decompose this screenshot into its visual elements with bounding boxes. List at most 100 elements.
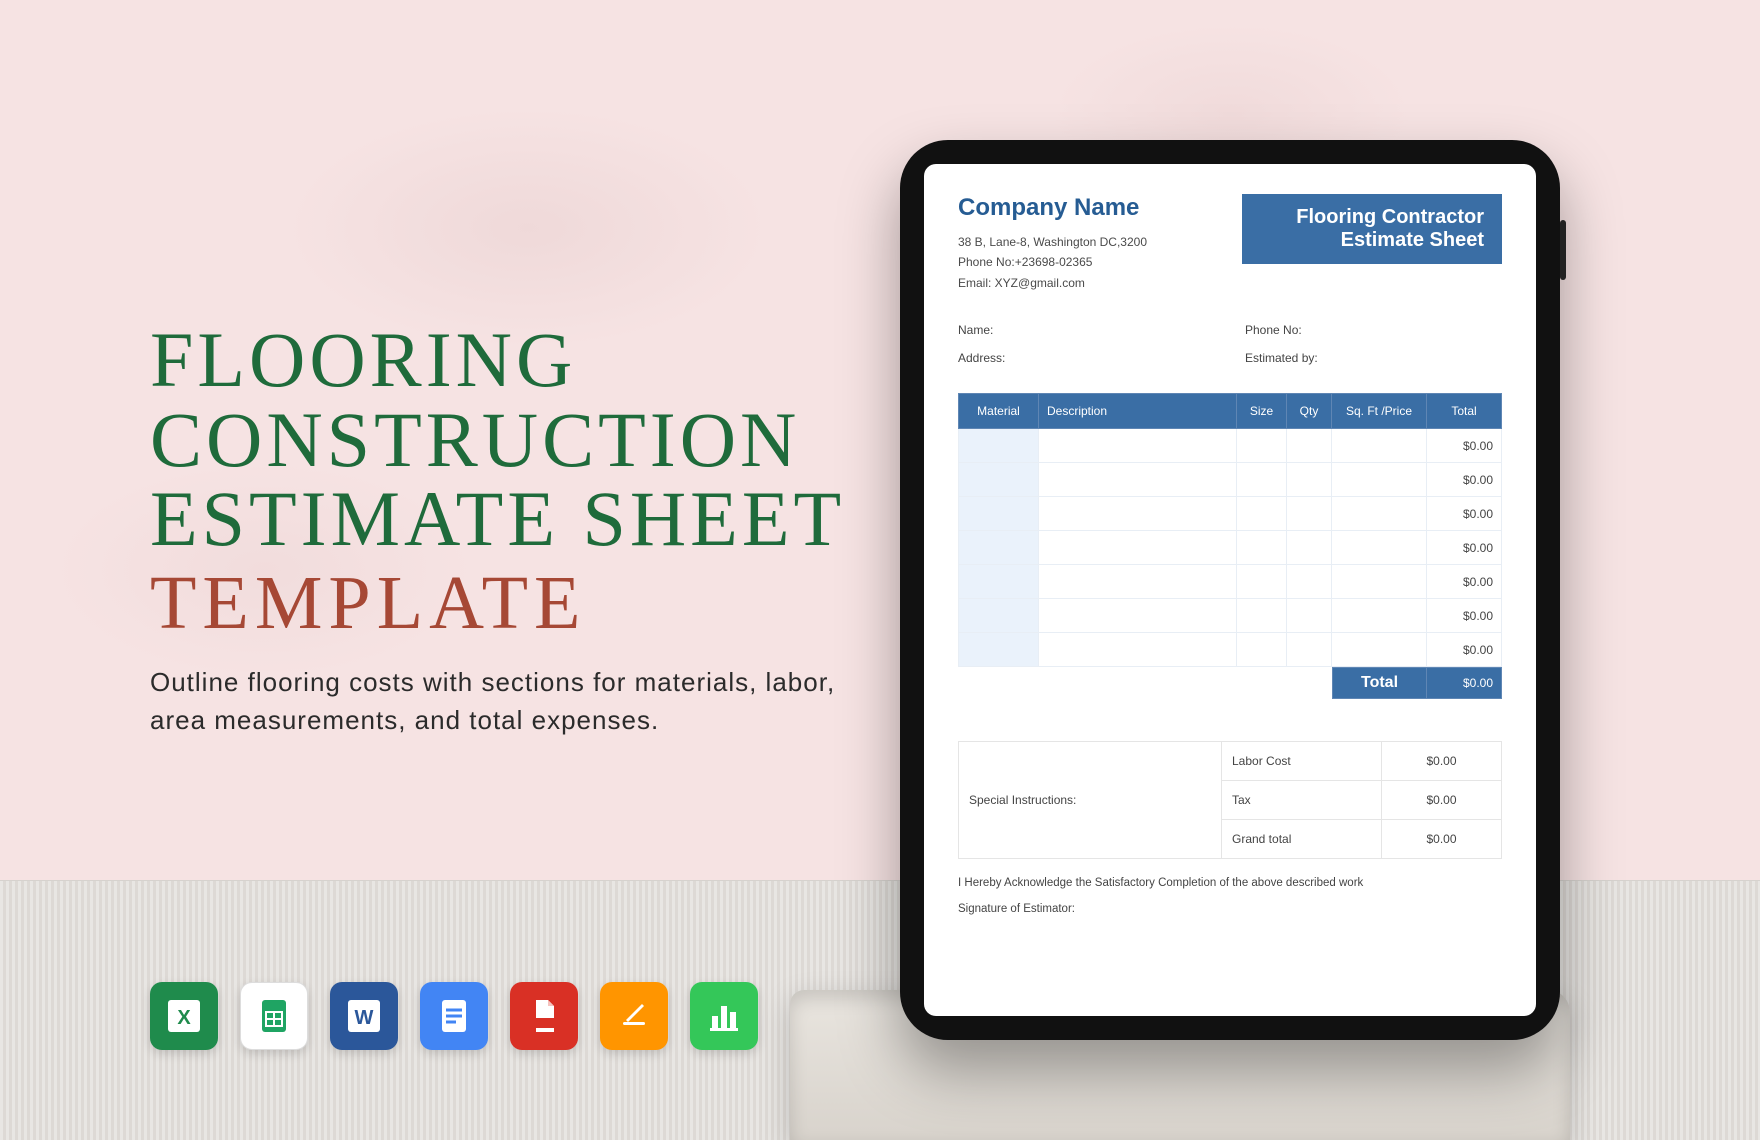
word-icon: W	[330, 982, 398, 1050]
cell-material	[959, 429, 1039, 463]
title-template: TEMPLATE	[150, 565, 870, 643]
cell-total: $0.00	[1427, 599, 1502, 633]
th-material: Material	[959, 394, 1039, 429]
badge-line-1: Flooring Contractor	[1260, 206, 1484, 229]
tablet-mockup: Company Name 38 B, Lane-8, Washington DC…	[900, 140, 1560, 1040]
app-icons-row: X W	[150, 982, 758, 1050]
cell-description	[1039, 531, 1237, 565]
field-phone: Phone No:	[1245, 323, 1502, 337]
company-phone: Phone No:+23698-02365	[958, 252, 1147, 272]
cell-sqft-price	[1332, 497, 1427, 531]
company-address: 38 B, Lane-8, Washington DC,3200	[958, 232, 1147, 252]
company-name: Company Name	[958, 194, 1147, 222]
cell-qty	[1287, 565, 1332, 599]
cell-size	[1237, 429, 1287, 463]
cell-total: $0.00	[1427, 531, 1502, 565]
cell-sqft-price	[1332, 599, 1427, 633]
cell-qty	[1287, 531, 1332, 565]
cell-description	[1039, 497, 1237, 531]
cell-total: $0.00	[1427, 565, 1502, 599]
field-name: Name:	[958, 323, 1215, 337]
table-row: $0.00	[959, 497, 1502, 531]
special-instructions-cell: Special Instructions:	[959, 742, 1222, 859]
table-row: $0.00	[959, 531, 1502, 565]
document-header: Company Name 38 B, Lane-8, Washington DC…	[958, 194, 1502, 293]
grand-total-label: Grand total	[1222, 820, 1382, 859]
table-row: $0.00	[959, 429, 1502, 463]
table-row: $0.00	[959, 633, 1502, 667]
cell-description	[1039, 565, 1237, 599]
table-row: $0.00	[959, 463, 1502, 497]
th-total: Total	[1427, 394, 1502, 429]
cell-total: $0.00	[1427, 633, 1502, 667]
cell-material	[959, 599, 1039, 633]
th-description: Description	[1039, 394, 1237, 429]
cell-description	[1039, 599, 1237, 633]
th-qty: Qty	[1287, 394, 1332, 429]
google-sheets-icon	[240, 982, 308, 1050]
th-size: Size	[1237, 394, 1287, 429]
company-email: Email: XYZ@gmail.com	[958, 273, 1147, 293]
promo-subtitle: Outline flooring costs with sections for…	[150, 664, 870, 739]
cell-qty	[1287, 599, 1332, 633]
title-line-3: ESTIMATE SHEET	[150, 479, 870, 559]
table-row: $0.00	[959, 599, 1502, 633]
cell-material	[959, 497, 1039, 531]
cell-description	[1039, 429, 1237, 463]
cell-size	[1237, 633, 1287, 667]
labor-cost-value: $0.00	[1382, 742, 1502, 781]
cell-material	[959, 633, 1039, 667]
estimate-table: Material Description Size Qty Sq. Ft /Pr…	[958, 393, 1502, 667]
cell-size	[1237, 497, 1287, 531]
cell-size	[1237, 531, 1287, 565]
cell-total: $0.00	[1427, 463, 1502, 497]
cell-description	[1039, 633, 1237, 667]
field-address: Address:	[958, 351, 1215, 365]
cell-material	[959, 565, 1039, 599]
table-total-row: Total $0.00	[958, 667, 1502, 699]
customer-fields: Name: Phone No: Address: Estimated by:	[958, 323, 1502, 365]
tax-label: Tax	[1222, 781, 1382, 820]
acknowledgement-text: I Hereby Acknowledge the Satisfactory Co…	[958, 877, 1502, 889]
total-label: Total	[1332, 667, 1427, 699]
document-title-badge: Flooring Contractor Estimate Sheet	[1242, 194, 1502, 264]
cell-sqft-price	[1332, 633, 1427, 667]
labor-cost-label: Labor Cost	[1222, 742, 1382, 781]
cell-description	[1039, 463, 1237, 497]
table-header-row: Material Description Size Qty Sq. Ft /Pr…	[959, 394, 1502, 429]
numbers-icon	[690, 982, 758, 1050]
badge-line-2: Estimate Sheet	[1260, 229, 1484, 252]
cell-sqft-price	[1332, 429, 1427, 463]
cell-qty	[1287, 463, 1332, 497]
cell-size	[1237, 599, 1287, 633]
svg-text:X: X	[177, 1007, 191, 1029]
cell-size	[1237, 565, 1287, 599]
cell-qty	[1287, 633, 1332, 667]
title-line-1: FLOORING	[150, 320, 870, 400]
cell-qty	[1287, 429, 1332, 463]
cell-sqft-price	[1332, 463, 1427, 497]
pdf-icon	[510, 982, 578, 1050]
tablet-power-button	[1560, 220, 1566, 280]
cell-total: $0.00	[1427, 429, 1502, 463]
promo-block: FLOORING CONSTRUCTION ESTIMATE SHEET TEM…	[150, 320, 870, 740]
excel-icon: X	[150, 982, 218, 1050]
table-row: $0.00	[959, 565, 1502, 599]
cell-sqft-price	[1332, 565, 1427, 599]
company-block: Company Name 38 B, Lane-8, Washington DC…	[958, 194, 1147, 293]
cell-sqft-price	[1332, 531, 1427, 565]
cell-material	[959, 463, 1039, 497]
summary-table: Special Instructions: Labor Cost $0.00 T…	[958, 741, 1502, 859]
cell-qty	[1287, 497, 1332, 531]
cell-material	[959, 531, 1039, 565]
cell-total: $0.00	[1427, 497, 1502, 531]
signature-line: Signature of Estimator:	[958, 903, 1502, 915]
cell-size	[1237, 463, 1287, 497]
document-screen: Company Name 38 B, Lane-8, Washington DC…	[924, 164, 1536, 1016]
google-docs-icon	[420, 982, 488, 1050]
grand-total-value: $0.00	[1382, 820, 1502, 859]
pages-icon	[600, 982, 668, 1050]
field-estimated-by: Estimated by:	[1245, 351, 1502, 365]
svg-text:W: W	[355, 1007, 374, 1029]
th-sqft-price: Sq. Ft /Price	[1332, 394, 1427, 429]
